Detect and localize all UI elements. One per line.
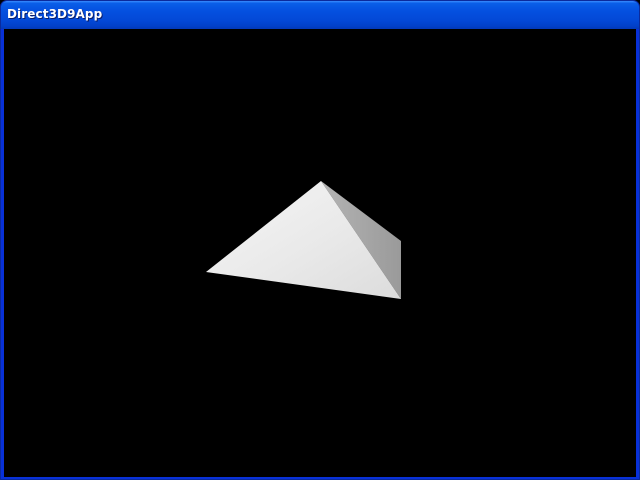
title-bar[interactable]: Direct3D9App [1, 1, 639, 29]
window-title: Direct3D9App [7, 7, 103, 21]
rendered-scene [206, 181, 401, 299]
application-window: Direct3D9App [0, 0, 640, 480]
render-viewport[interactable] [4, 29, 636, 477]
